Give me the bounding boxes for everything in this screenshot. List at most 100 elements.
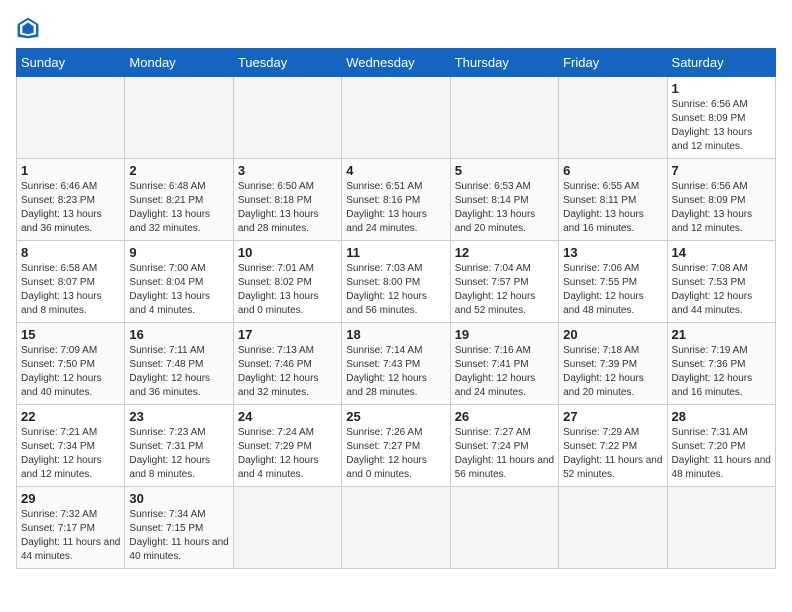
calendar-cell: 18 Sunrise: 7:14 AM Sunset: 7:43 PM Dayli… xyxy=(342,323,450,405)
page-header xyxy=(16,16,776,40)
cell-day-number: 1 xyxy=(672,81,771,96)
calendar-cell: 24Sunrise: 7:24 AM Sunset: 7:29 PM Dayli… xyxy=(233,405,341,487)
cell-sun-info: Sunrise: 7:03 AM Sunset: 8:00 PM Dayligh… xyxy=(346,262,445,318)
cell-sun-info: Sunrise: 7:08 AM Sunset: 7:53 PM Dayligh… xyxy=(672,262,771,318)
cell-day-number: 22 xyxy=(21,409,120,424)
cell-day-number: 21 xyxy=(672,327,771,342)
calendar-cell: 26 Sunrise: 7:27 AM Sunset: 7:24 PM Dayli… xyxy=(450,405,558,487)
weekday-header-saturday: Saturday xyxy=(667,49,775,77)
calendar-week-3: 8Sunrise: 6:58 AM Sunset: 8:07 PM Daylig… xyxy=(17,241,776,323)
cell-day-number: 23 xyxy=(129,409,228,424)
cell-day-number: 29 xyxy=(21,491,120,506)
calendar-cell xyxy=(233,487,341,569)
calendar-cell: 23 Sunrise: 7:23 AM Sunset: 7:31 PM Dayli… xyxy=(125,405,233,487)
calendar-cell: 5 Sunrise: 6:53 AM Sunset: 8:14 PM Daylig… xyxy=(450,159,558,241)
calendar-cell: 10 Sunrise: 7:01 AM Sunset: 8:02 PM Dayli… xyxy=(233,241,341,323)
calendar-cell: 14 Sunrise: 7:08 AM Sunset: 7:53 PM Dayli… xyxy=(667,241,775,323)
calendar-cell xyxy=(17,77,125,159)
cell-day-number: 9 xyxy=(129,245,228,260)
cell-day-number: 1 xyxy=(21,163,120,178)
calendar-week-5: 22 Sunrise: 7:21 AM Sunset: 7:34 PM Dayli… xyxy=(17,405,776,487)
calendar-cell: 8Sunrise: 6:58 AM Sunset: 8:07 PM Daylig… xyxy=(17,241,125,323)
cell-day-number: 11 xyxy=(346,245,445,260)
cell-sun-info: Sunrise: 7:11 AM Sunset: 7:48 PM Dayligh… xyxy=(129,344,228,400)
calendar-cell: 16 Sunrise: 7:11 AM Sunset: 7:48 PM Dayli… xyxy=(125,323,233,405)
cell-day-number: 12 xyxy=(455,245,554,260)
cell-sun-info: Sunrise: 7:13 AM Sunset: 7:46 PM Dayligh… xyxy=(238,344,337,400)
calendar-cell xyxy=(667,487,775,569)
cell-day-number: 26 xyxy=(455,409,554,424)
cell-day-number: 19 xyxy=(455,327,554,342)
calendar-cell: 27Sunrise: 7:29 AM Sunset: 7:22 PM Dayli… xyxy=(559,405,667,487)
cell-sun-info: Sunrise: 7:21 AM Sunset: 7:34 PM Dayligh… xyxy=(21,426,120,482)
weekday-header-tuesday: Tuesday xyxy=(233,49,341,77)
cell-day-number: 7 xyxy=(672,163,771,178)
calendar-cell: 7Sunrise: 6:56 AM Sunset: 8:09 PM Daylig… xyxy=(667,159,775,241)
weekday-header-monday: Monday xyxy=(125,49,233,77)
cell-sun-info: Sunrise: 6:55 AM Sunset: 8:11 PM Dayligh… xyxy=(563,180,662,236)
cell-sun-info: Sunrise: 6:58 AM Sunset: 8:07 PM Dayligh… xyxy=(21,262,120,318)
cell-day-number: 5 xyxy=(455,163,554,178)
calendar-cell: 6Sunrise: 6:55 AM Sunset: 8:11 PM Daylig… xyxy=(559,159,667,241)
calendar-cell: 15 Sunrise: 7:09 AM Sunset: 7:50 PM Dayli… xyxy=(17,323,125,405)
calendar-cell xyxy=(233,77,341,159)
calendar-cell: 17 Sunrise: 7:13 AM Sunset: 7:46 PM Dayli… xyxy=(233,323,341,405)
cell-sun-info: Sunrise: 7:31 AM Sunset: 7:20 PM Dayligh… xyxy=(672,426,771,482)
cell-day-number: 30 xyxy=(129,491,228,506)
calendar-cell: 9Sunrise: 7:00 AM Sunset: 8:04 PM Daylig… xyxy=(125,241,233,323)
calendar-cell: 1 Sunrise: 6:46 AM Sunset: 8:23 PM Daylig… xyxy=(17,159,125,241)
cell-day-number: 24 xyxy=(238,409,337,424)
calendar-cell: 3Sunrise: 6:50 AM Sunset: 8:18 PM Daylig… xyxy=(233,159,341,241)
calendar-cell: 13Sunrise: 7:06 AM Sunset: 7:55 PM Dayli… xyxy=(559,241,667,323)
calendar-cell: 19 Sunrise: 7:16 AM Sunset: 7:41 PM Dayli… xyxy=(450,323,558,405)
cell-day-number: 10 xyxy=(238,245,337,260)
cell-sun-info: Sunrise: 7:32 AM Sunset: 7:17 PM Dayligh… xyxy=(21,508,120,564)
weekday-header-sunday: Sunday xyxy=(17,49,125,77)
cell-sun-info: Sunrise: 6:56 AM Sunset: 8:09 PM Dayligh… xyxy=(672,98,771,154)
calendar-cell xyxy=(559,487,667,569)
calendar-cell: 20Sunrise: 7:18 AM Sunset: 7:39 PM Dayli… xyxy=(559,323,667,405)
calendar-week-1: 1 Sunrise: 6:56 AM Sunset: 8:09 PM Daylig… xyxy=(17,77,776,159)
general-blue-icon xyxy=(16,16,40,40)
calendar-cell: 29 Sunrise: 7:32 AM Sunset: 7:17 PM Dayli… xyxy=(17,487,125,569)
calendar-table: SundayMondayTuesdayWednesdayThursdayFrid… xyxy=(16,48,776,569)
calendar-cell xyxy=(450,487,558,569)
calendar-cell xyxy=(559,77,667,159)
calendar-cell xyxy=(342,77,450,159)
cell-sun-info: Sunrise: 7:26 AM Sunset: 7:27 PM Dayligh… xyxy=(346,426,445,482)
cell-day-number: 14 xyxy=(672,245,771,260)
cell-day-number: 18 xyxy=(346,327,445,342)
cell-sun-info: Sunrise: 7:23 AM Sunset: 7:31 PM Dayligh… xyxy=(129,426,228,482)
weekday-header-friday: Friday xyxy=(559,49,667,77)
calendar-week-2: 1 Sunrise: 6:46 AM Sunset: 8:23 PM Daylig… xyxy=(17,159,776,241)
cell-day-number: 20 xyxy=(563,327,662,342)
calendar-cell: 12 Sunrise: 7:04 AM Sunset: 7:57 PM Dayli… xyxy=(450,241,558,323)
cell-day-number: 28 xyxy=(672,409,771,424)
cell-day-number: 4 xyxy=(346,163,445,178)
cell-sun-info: Sunrise: 6:46 AM Sunset: 8:23 PM Dayligh… xyxy=(21,180,120,236)
cell-sun-info: Sunrise: 7:09 AM Sunset: 7:50 PM Dayligh… xyxy=(21,344,120,400)
weekday-header-thursday: Thursday xyxy=(450,49,558,77)
cell-day-number: 16 xyxy=(129,327,228,342)
cell-sun-info: Sunrise: 7:06 AM Sunset: 7:55 PM Dayligh… xyxy=(563,262,662,318)
calendar-cell: 4 Sunrise: 6:51 AM Sunset: 8:16 PM Daylig… xyxy=(342,159,450,241)
cell-day-number: 2 xyxy=(129,163,228,178)
cell-sun-info: Sunrise: 7:16 AM Sunset: 7:41 PM Dayligh… xyxy=(455,344,554,400)
calendar-header-row: SundayMondayTuesdayWednesdayThursdayFrid… xyxy=(17,49,776,77)
cell-day-number: 27 xyxy=(563,409,662,424)
cell-sun-info: Sunrise: 7:01 AM Sunset: 8:02 PM Dayligh… xyxy=(238,262,337,318)
cell-sun-info: Sunrise: 6:50 AM Sunset: 8:18 PM Dayligh… xyxy=(238,180,337,236)
calendar-week-4: 15 Sunrise: 7:09 AM Sunset: 7:50 PM Dayli… xyxy=(17,323,776,405)
cell-sun-info: Sunrise: 6:53 AM Sunset: 8:14 PM Dayligh… xyxy=(455,180,554,236)
cell-sun-info: Sunrise: 7:14 AM Sunset: 7:43 PM Dayligh… xyxy=(346,344,445,400)
calendar-cell: 1 Sunrise: 6:56 AM Sunset: 8:09 PM Daylig… xyxy=(667,77,775,159)
cell-sun-info: Sunrise: 7:34 AM Sunset: 7:15 PM Dayligh… xyxy=(129,508,228,564)
cell-day-number: 15 xyxy=(21,327,120,342)
cell-sun-info: Sunrise: 7:27 AM Sunset: 7:24 PM Dayligh… xyxy=(455,426,554,482)
calendar-cell: 11 Sunrise: 7:03 AM Sunset: 8:00 PM Dayli… xyxy=(342,241,450,323)
cell-day-number: 17 xyxy=(238,327,337,342)
cell-sun-info: Sunrise: 6:51 AM Sunset: 8:16 PM Dayligh… xyxy=(346,180,445,236)
calendar-cell xyxy=(342,487,450,569)
cell-day-number: 25 xyxy=(346,409,445,424)
cell-sun-info: Sunrise: 7:04 AM Sunset: 7:57 PM Dayligh… xyxy=(455,262,554,318)
